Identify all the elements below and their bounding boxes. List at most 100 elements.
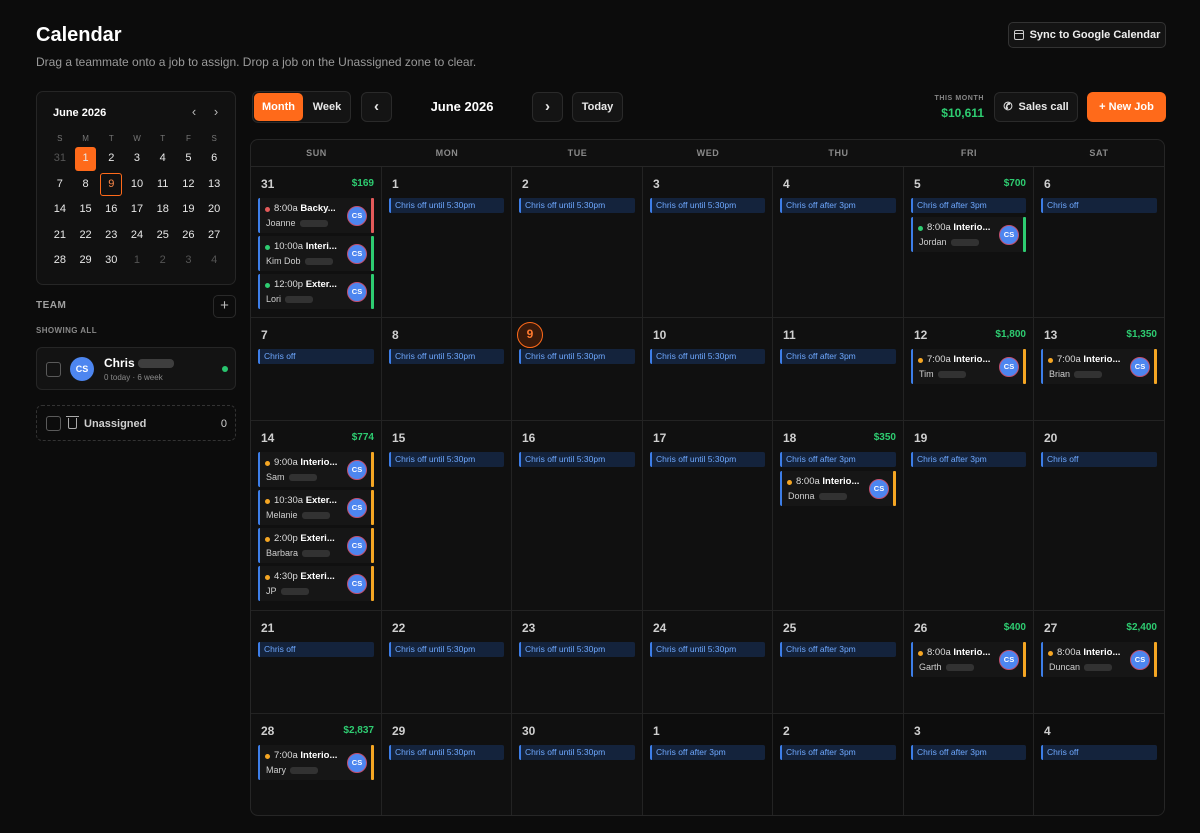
day-cell[interactable]: 22 Chris off until 5:30pm [382,611,512,714]
day-cell[interactable]: 24 Chris off until 5:30pm [643,611,773,714]
assignee-avatar[interactable]: CS [347,282,367,302]
chevron-left-icon[interactable]: ‹ [185,103,203,121]
day-cell[interactable]: 31 $169 8:00a Backy... Joanne CS 10:00a Inter… [251,167,382,318]
mini-calendar-day[interactable]: 1 [73,146,99,172]
day-cell[interactable]: 25 Chris off after 3pm [773,611,904,714]
job-card[interactable]: 10:30a Exter... Melanie CS [258,490,374,525]
time-off-event[interactable]: Chris off [258,349,374,364]
time-off-event[interactable]: Chris off until 5:30pm [389,349,504,364]
time-off-event[interactable]: Chris off [258,642,374,657]
time-off-event[interactable]: Chris off until 5:30pm [650,642,765,657]
time-off-event[interactable]: Chris off until 5:30pm [519,198,635,213]
mini-calendar-day[interactable]: 16 [98,197,124,223]
day-cell[interactable]: 10 Chris off until 5:30pm [643,318,773,421]
day-cell[interactable]: 13 $1,350 7:00a Interio... Brian CS [1034,318,1164,421]
mini-calendar-day[interactable]: 31 [47,146,73,172]
next-month-button[interactable]: › [532,92,563,122]
assignee-avatar[interactable]: CS [347,206,367,226]
tab-month[interactable]: Month [254,93,303,121]
add-team-member-button[interactable]: + [213,295,236,318]
assignee-avatar[interactable]: CS [1130,357,1150,377]
day-cell[interactable]: 8 Chris off until 5:30pm [382,318,512,421]
day-cell[interactable]: 14 $774 9:00a Interio... Sam CS 10:30a Exter.… [251,421,382,611]
sync-google-calendar-button[interactable]: Sync to Google Calendar [1008,22,1166,48]
job-card[interactable]: 2:00p Exteri... Barbara CS [258,528,374,563]
time-off-event[interactable]: Chris off until 5:30pm [650,452,765,467]
mini-calendar-day[interactable]: 25 [150,223,176,249]
day-cell[interactable]: 21 Chris off [251,611,382,714]
time-off-event[interactable]: Chris off after 3pm [780,349,896,364]
day-cell[interactable]: 11 Chris off after 3pm [773,318,904,421]
mini-calendar-day[interactable]: 3 [124,146,150,172]
mini-calendar-day[interactable]: 26 [176,223,202,249]
sales-call-button[interactable]: ✆ Sales call [994,92,1078,122]
assignee-avatar[interactable]: CS [347,460,367,480]
job-card[interactable]: 8:00a Interio... Jordan CS [911,217,1026,252]
day-cell[interactable]: 3 Chris off after 3pm [904,714,1034,815]
mini-calendar-day[interactable]: 20 [201,197,227,223]
job-card[interactable]: 12:00p Exter... Lori CS [258,274,374,309]
day-cell[interactable]: 28 $2,837 7:00a Interio... Mary CS [251,714,382,815]
team-member-card[interactable]: CS Chris 0 today · 6 week [36,347,236,390]
assignee-avatar[interactable]: CS [999,650,1019,670]
mini-calendar-day[interactable]: 24 [124,223,150,249]
prev-month-button[interactable]: ‹ [361,92,392,122]
assignee-avatar[interactable]: CS [347,498,367,518]
mini-calendar-day[interactable]: 14 [47,197,73,223]
time-off-event[interactable]: Chris off until 5:30pm [519,745,635,760]
unassigned-drop-zone[interactable]: Unassigned 0 [36,405,236,441]
time-off-event[interactable]: Chris off after 3pm [780,452,896,467]
day-cell[interactable]: 5 $700 Chris off after 3pm 8:00a Interio...… [904,167,1034,318]
time-off-event[interactable]: Chris off [1041,745,1157,760]
mini-calendar-day[interactable]: 13 [201,172,227,198]
day-cell[interactable]: 2 Chris off after 3pm [773,714,904,815]
mini-calendar-day[interactable]: 29 [73,248,99,274]
mini-calendar-day[interactable]: 22 [73,223,99,249]
assignee-avatar[interactable]: CS [347,574,367,594]
mini-calendar-day[interactable]: 23 [98,223,124,249]
assignee-avatar[interactable]: CS [999,225,1019,245]
job-card[interactable]: 10:00a Interi... Kim Dob CS [258,236,374,271]
mini-calendar-day[interactable]: 11 [150,172,176,198]
time-off-event[interactable]: Chris off until 5:30pm [650,198,765,213]
time-off-event[interactable]: Chris off after 3pm [911,745,1026,760]
time-off-event[interactable]: Chris off after 3pm [650,745,765,760]
time-off-event[interactable]: Chris off until 5:30pm [650,349,765,364]
mini-calendar-day[interactable]: 6 [201,146,227,172]
assignee-avatar[interactable]: CS [999,357,1019,377]
job-card[interactable]: 7:00a Interio... Brian CS [1041,349,1157,384]
day-cell[interactable]: 27 $2,400 8:00a Interio... Duncan CS [1034,611,1164,714]
tab-week[interactable]: Week [305,93,349,121]
new-job-button[interactable]: + New Job [1087,92,1166,122]
time-off-event[interactable]: Chris off until 5:30pm [389,745,504,760]
today-button[interactable]: Today [572,92,623,122]
time-off-event[interactable]: Chris off until 5:30pm [389,452,504,467]
job-card[interactable]: 8:00a Interio... Duncan CS [1041,642,1157,677]
day-cell[interactable]: 12 $1,800 7:00a Interio... Tim CS [904,318,1034,421]
mini-calendar-day[interactable]: 19 [176,197,202,223]
mini-calendar-day[interactable]: 3 [176,248,202,274]
mini-calendar-day[interactable]: 5 [176,146,202,172]
mini-calendar-day[interactable]: 10 [124,172,150,198]
day-cell[interactable]: 17 Chris off until 5:30pm [643,421,773,611]
day-cell[interactable]: 30 Chris off until 5:30pm [512,714,643,815]
assignee-avatar[interactable]: CS [347,536,367,556]
day-cell[interactable]: 4 Chris off [1034,714,1164,815]
mini-calendar-day[interactable]: 8 [73,172,99,198]
day-cell[interactable]: 2 Chris off until 5:30pm [512,167,643,318]
time-off-event[interactable]: Chris off until 5:30pm [389,198,504,213]
day-cell[interactable]: 16 Chris off until 5:30pm [512,421,643,611]
mini-calendar-day[interactable]: 30 [98,248,124,274]
time-off-event[interactable]: Chris off [1041,198,1157,213]
day-cell[interactable]: 4 Chris off after 3pm [773,167,904,318]
time-off-event[interactable]: Chris off until 5:30pm [389,642,504,657]
assignee-avatar[interactable]: CS [869,479,889,499]
day-cell[interactable]: 19 Chris off after 3pm [904,421,1034,611]
day-cell[interactable]: 6 Chris off [1034,167,1164,318]
job-card[interactable]: 8:00a Backy... Joanne CS [258,198,374,233]
day-cell[interactable]: 15 Chris off until 5:30pm [382,421,512,611]
job-card[interactable]: 8:00a Interio... Donna CS [780,471,896,506]
mini-calendar-day[interactable]: 15 [73,197,99,223]
mini-calendar-day[interactable]: 4 [150,146,176,172]
assignee-avatar[interactable]: CS [347,753,367,773]
